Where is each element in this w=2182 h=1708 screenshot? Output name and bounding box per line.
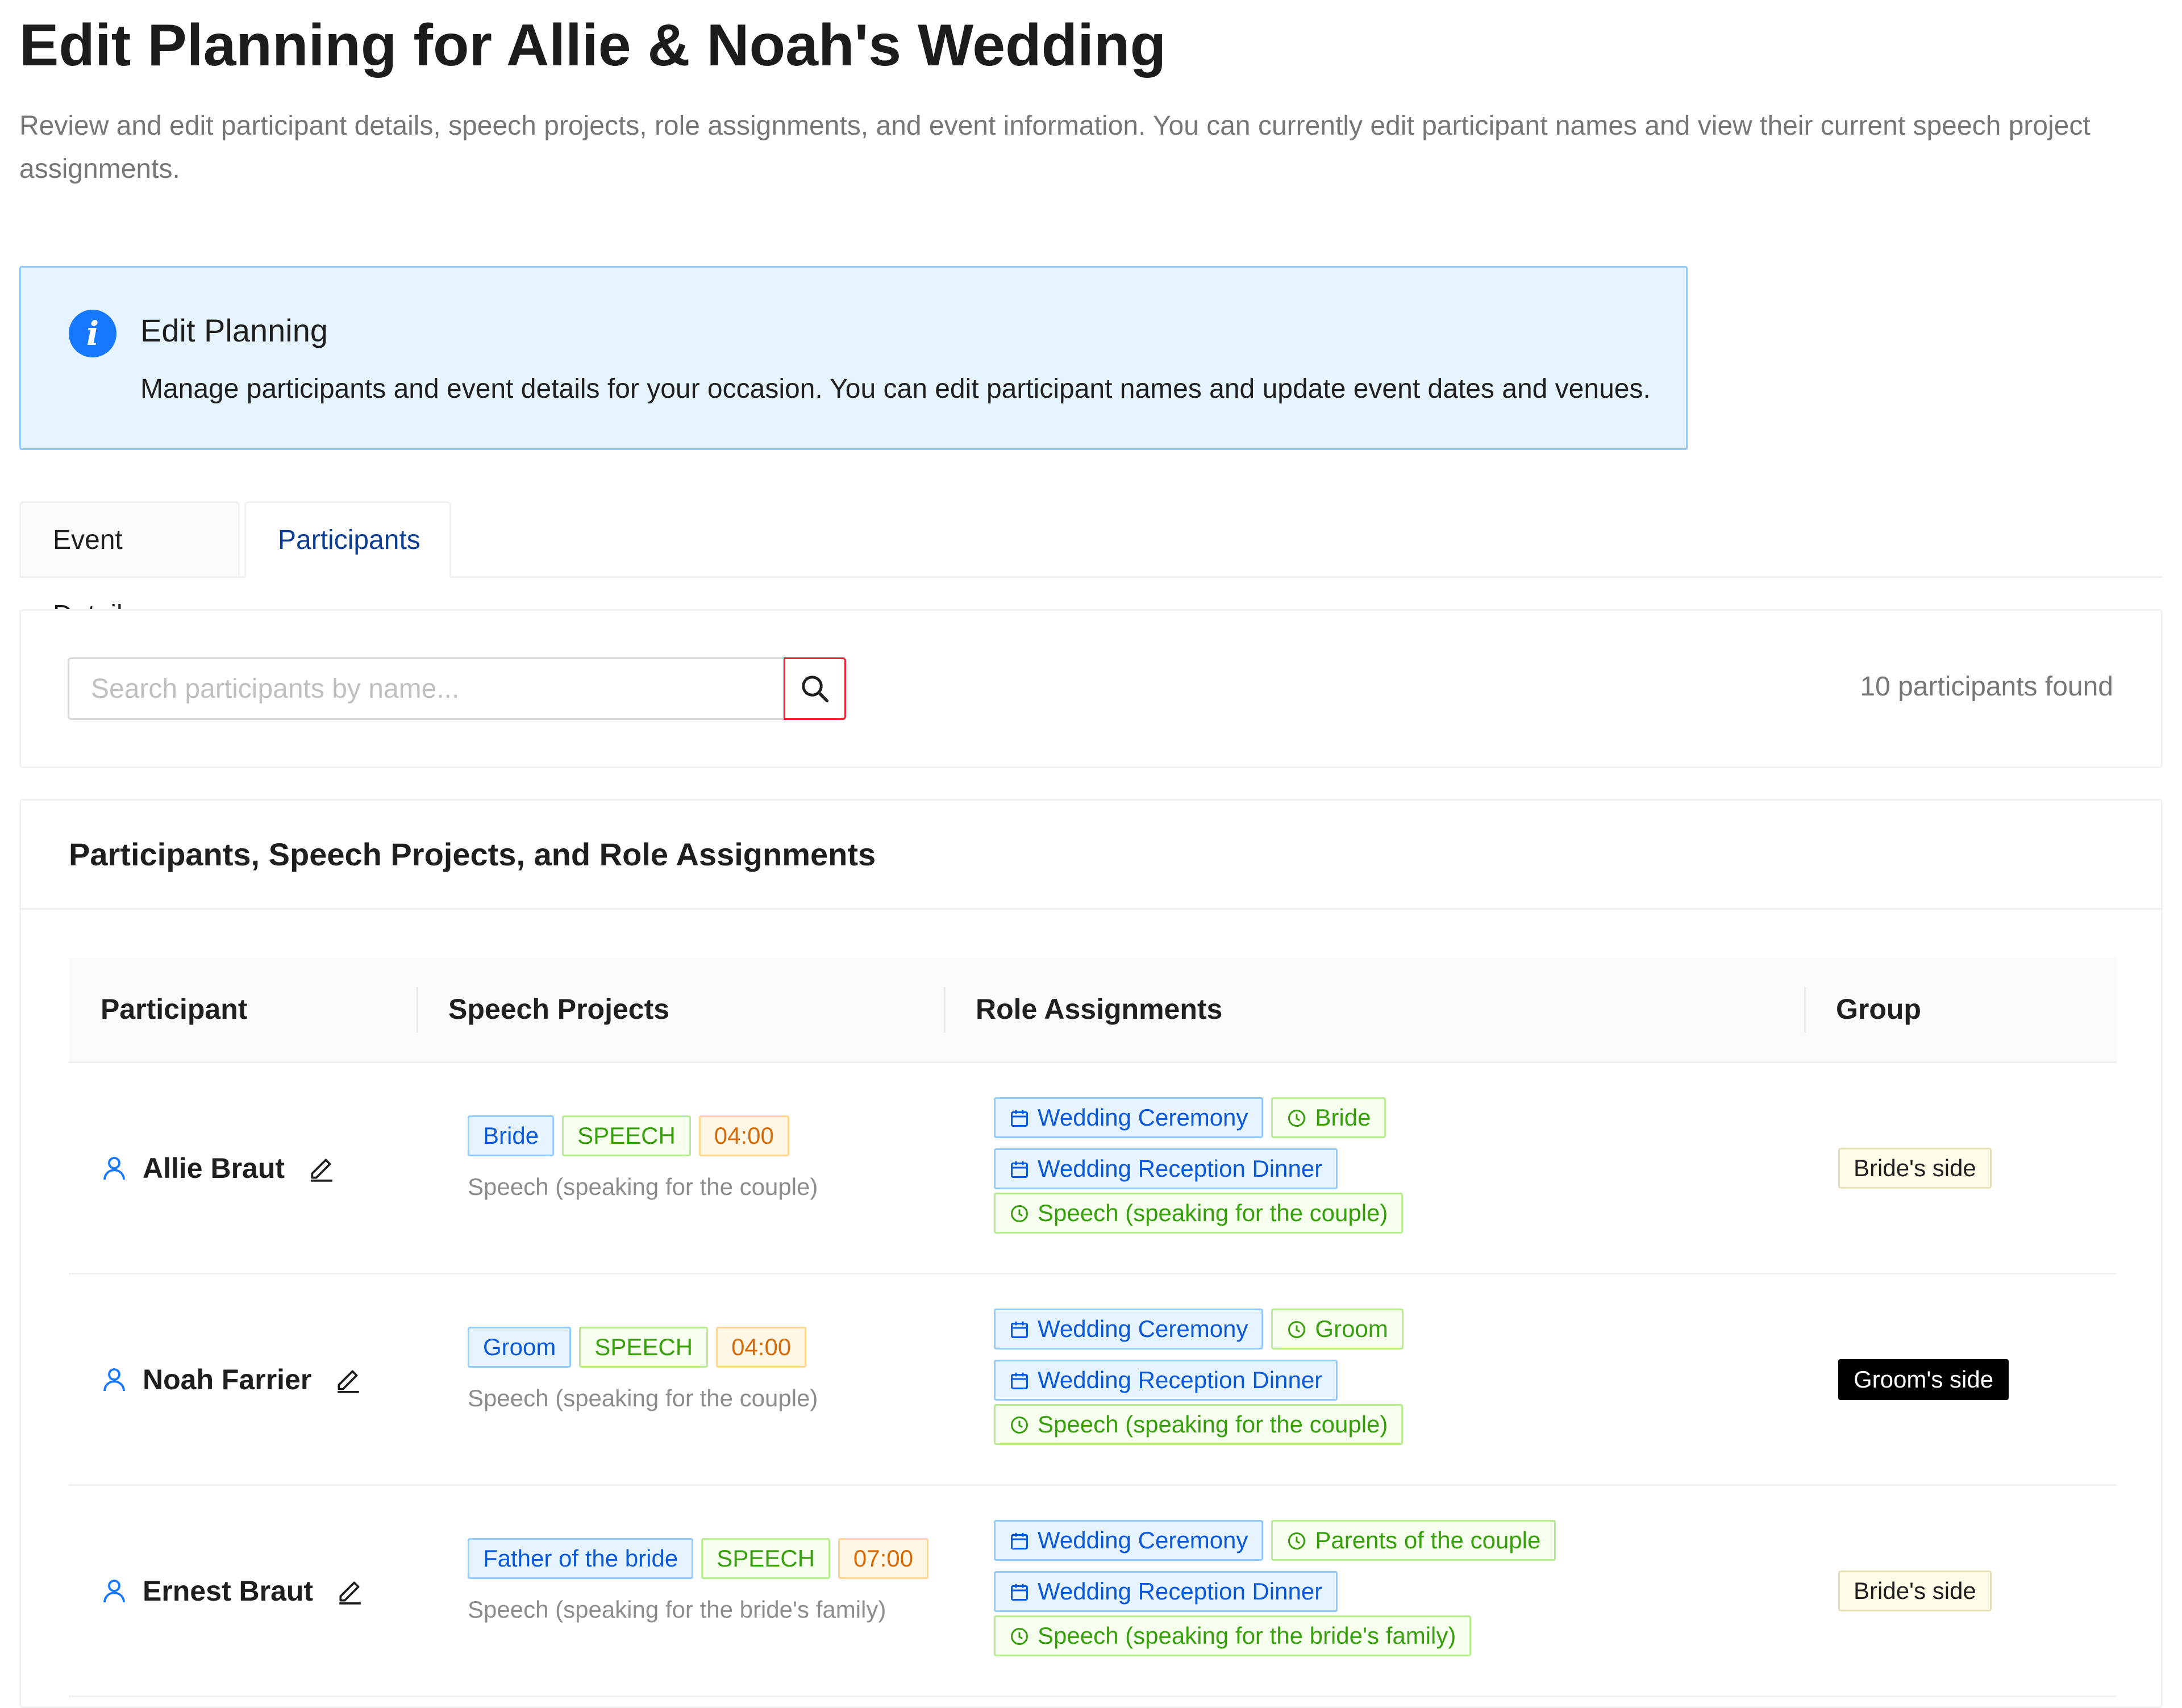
event-tag-dinner: Wedding Reception Dinner xyxy=(994,1360,1338,1401)
info-icon: i xyxy=(69,310,116,357)
edit-icon[interactable] xyxy=(334,1365,363,1394)
participant-cell: Ernest Braut xyxy=(101,1486,364,1695)
info-alert: i Edit Planning Manage participants and … xyxy=(19,266,1688,450)
group-cell: Groom's side xyxy=(1838,1274,2017,1484)
speech-type-tag: SPEECH xyxy=(579,1327,709,1368)
speech-duration-tag: 04:00 xyxy=(698,1115,789,1156)
participant-name: Allie Braut xyxy=(143,1152,285,1184)
column-header-participant: Participant xyxy=(101,993,248,1025)
role-tag-dinner: Speech (speaking for the couple) xyxy=(994,1404,1404,1445)
speech-role-tag: Father of the bride xyxy=(468,1538,694,1579)
group-tag: Bride's side xyxy=(1838,1570,1992,1611)
event-tag-ceremony: Wedding Ceremony xyxy=(994,1520,1264,1561)
speech-duration-tag: 07:00 xyxy=(838,1538,929,1579)
table-header: Participant Speech Projects Role Assignm… xyxy=(69,957,2117,1063)
alert-description: Manage participants and event details fo… xyxy=(140,374,1651,404)
table-row: Allie Braut Bride SPEECH 04:00 Speech (spe… xyxy=(69,1063,2117,1274)
tab-event-details[interactable]: Event Details xyxy=(19,501,240,630)
speech-role-tag: Groom xyxy=(468,1327,572,1368)
event-tag-ceremony: Wedding Ceremony xyxy=(994,1097,1264,1138)
clock-icon xyxy=(1288,1532,1306,1549)
clock-icon xyxy=(1011,1417,1028,1434)
edit-planning-page: Edit Planning for Allie & Noah's Wedding… xyxy=(0,0,2182,1708)
clock-icon xyxy=(1011,1205,1028,1222)
calendar-icon xyxy=(1011,1110,1028,1127)
speech-projects-cell: Groom SPEECH 04:00 Speech (speaking for th… xyxy=(468,1327,818,1412)
calendar-icon xyxy=(1011,1161,1028,1178)
edit-icon[interactable] xyxy=(307,1154,336,1182)
speech-projects-cell: Bride SPEECH 04:00 Speech (speaking for th… xyxy=(468,1115,818,1201)
participant-name: Noah Farrier xyxy=(143,1363,312,1395)
calendar-icon xyxy=(1011,1584,1028,1601)
role-tag-dinner: Speech (speaking for the bride's family) xyxy=(994,1615,1472,1656)
alert-title: Edit Planning xyxy=(140,313,328,348)
participant-name: Ernest Braut xyxy=(143,1574,314,1607)
speech-projects-cell: Father of the bride SPEECH 07:00 Speech (s… xyxy=(468,1538,936,1623)
role-assignments-cell: Wedding Ceremony Groom Wedding Reception … xyxy=(994,1309,1733,1455)
search-input[interactable] xyxy=(68,657,785,720)
calendar-icon xyxy=(1011,1372,1028,1389)
table-row: Noah Farrier Groom SPEECH 04:00 Speech (sp… xyxy=(69,1274,2117,1486)
calendar-icon xyxy=(1011,1532,1028,1549)
tab-bar: Event Details Participants xyxy=(19,501,2163,630)
speech-description: Speech (speaking for the couple) xyxy=(468,1173,818,1200)
group-cell: Bride's side xyxy=(1838,1063,2000,1273)
search-icon xyxy=(802,676,829,703)
event-tag-dinner: Wedding Reception Dinner xyxy=(994,1148,1338,1189)
clock-icon xyxy=(1288,1110,1306,1127)
participant-count: 10 participants found xyxy=(1860,672,2113,702)
speech-description: Speech (speaking for the couple) xyxy=(468,1385,818,1411)
group-tag: Groom's side xyxy=(1838,1359,2009,1400)
role-assignments-cell: Wedding Ceremony Bride Wedding Reception … xyxy=(994,1097,1733,1244)
event-tag-dinner: Wedding Reception Dinner xyxy=(994,1571,1338,1612)
page-title: Edit Planning for Allie & Noah's Wedding xyxy=(19,13,1167,78)
column-header-group: Group xyxy=(1836,993,1921,1025)
participants-card: Participants, Speech Projects, and Role … xyxy=(19,799,2163,1708)
user-icon xyxy=(103,1579,125,1602)
role-tag-ceremony: Groom xyxy=(1271,1309,1404,1349)
calendar-icon xyxy=(1011,1321,1028,1338)
speech-type-tag: SPEECH xyxy=(701,1538,830,1579)
user-icon xyxy=(103,1368,125,1391)
column-header-role-assignments: Role Assignments xyxy=(976,993,1223,1025)
role-tag-ceremony: Parents of the couple xyxy=(1271,1520,1556,1561)
card-header: Participants, Speech Projects, and Role … xyxy=(21,801,2161,910)
search-card: 10 participants found xyxy=(19,609,2163,768)
edit-icon[interactable] xyxy=(336,1577,364,1605)
event-tag-ceremony: Wedding Ceremony xyxy=(994,1309,1264,1349)
group-cell: Bride's side xyxy=(1838,1486,2000,1695)
column-divider xyxy=(417,987,418,1032)
clock-icon xyxy=(1288,1321,1306,1338)
participant-cell: Noah Farrier xyxy=(101,1274,363,1484)
role-tag-dinner: Speech (speaking for the couple) xyxy=(994,1193,1404,1234)
speech-role-tag: Bride xyxy=(468,1115,555,1156)
column-header-speech-projects: Speech Projects xyxy=(448,993,670,1025)
search-button[interactable] xyxy=(784,657,846,720)
page-subtitle: Review and edit participant details, spe… xyxy=(19,111,2091,184)
tab-participants[interactable]: Participants xyxy=(244,501,451,578)
participant-cell: Allie Braut xyxy=(101,1063,336,1273)
role-assignments-cell: Wedding Ceremony Parents of the couple We… xyxy=(994,1520,1733,1667)
speech-duration-tag: 04:00 xyxy=(716,1327,807,1368)
group-tag: Bride's side xyxy=(1838,1147,1992,1189)
role-tag-ceremony: Bride xyxy=(1271,1097,1386,1138)
user-icon xyxy=(103,1156,125,1180)
card-title: Participants, Speech Projects, and Role … xyxy=(69,836,876,872)
column-divider xyxy=(944,987,946,1032)
column-divider xyxy=(1804,987,1806,1032)
table-row: Ernest Braut Father of the bride SPEECH 07… xyxy=(69,1486,2117,1697)
clock-icon xyxy=(1011,1628,1028,1645)
speech-description: Speech (speaking for the bride's family) xyxy=(468,1596,886,1623)
speech-type-tag: SPEECH xyxy=(562,1115,691,1156)
